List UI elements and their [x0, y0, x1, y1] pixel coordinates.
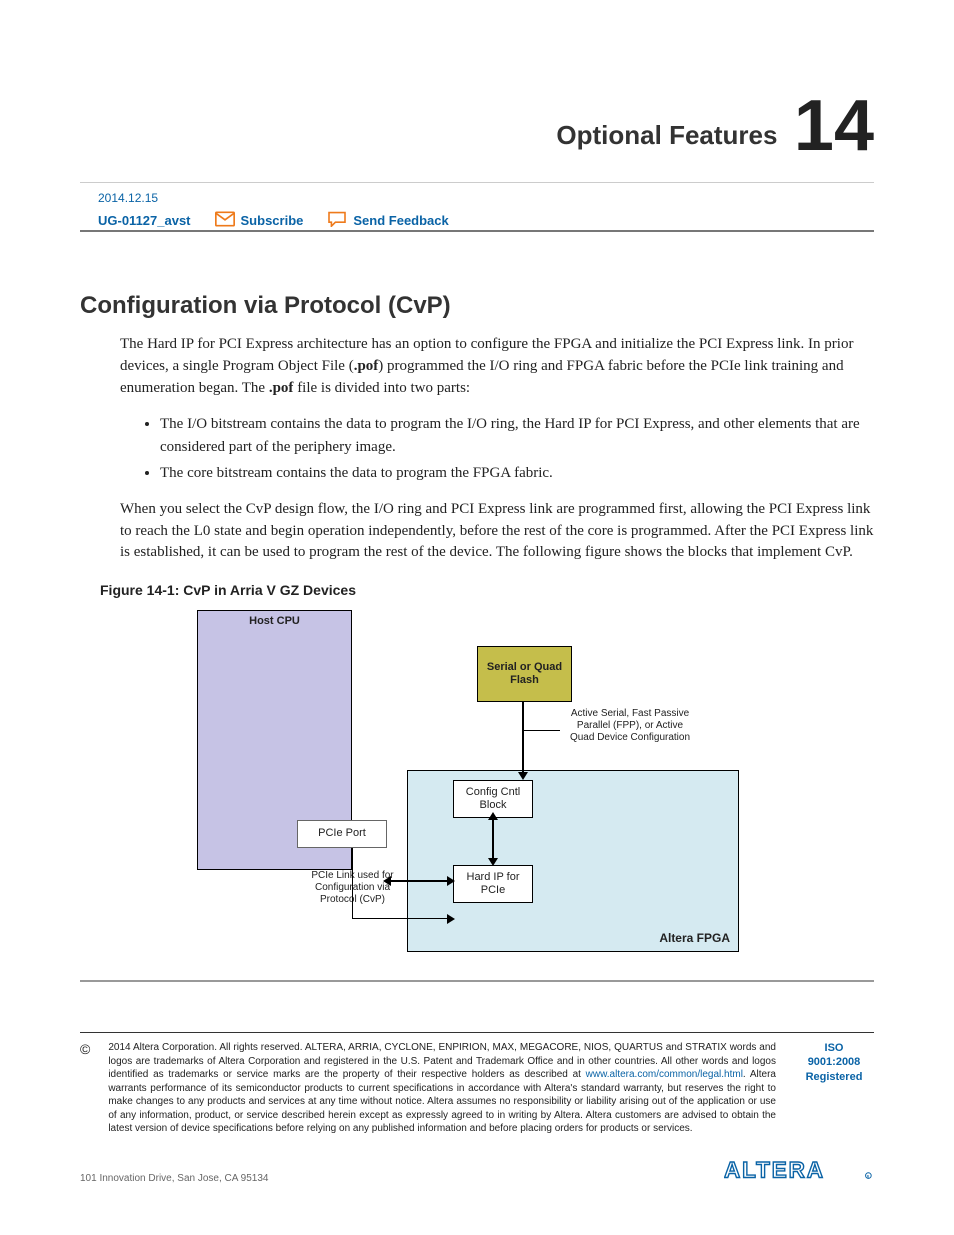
- doc-date: 2014.12.15: [98, 191, 874, 205]
- feedback-link[interactable]: Send Feedback: [327, 211, 448, 230]
- section-end-divider: [80, 980, 874, 982]
- footer-divider: [80, 1032, 874, 1033]
- paragraph-intro: The Hard IP for PCI Express architecture…: [120, 334, 874, 399]
- arrow-port-hardip-top: [389, 880, 449, 882]
- legal-text: 2014 Altera Corporation. All rights rese…: [108, 1041, 776, 1136]
- chapter-title: Optional Features: [556, 120, 777, 151]
- figure-caption: Figure 14-1: CvP in Arria V GZ Devices: [100, 582, 874, 598]
- note-active-serial: Active Serial, Fast Passive Parallel (FP…: [565, 708, 695, 744]
- bullet-item: The I/O bitstream contains the data to p…: [160, 413, 874, 458]
- subscribe-link[interactable]: Subscribe: [215, 211, 304, 230]
- divider-dark: [80, 230, 874, 232]
- chapter-number: 14: [794, 90, 874, 162]
- hardip-block: Hard IP for PCIe: [453, 865, 533, 903]
- footer: © 2014 Altera Corporation. All rights re…: [80, 1041, 874, 1136]
- connector-v: [352, 848, 353, 918]
- paragraph-2: When you select the CvP design flow, the…: [120, 499, 874, 564]
- bullet-item: The core bitstream contains the data to …: [160, 462, 874, 485]
- connector-h: [352, 918, 449, 919]
- feedback-label: Send Feedback: [353, 213, 448, 228]
- pcie-port-block: PCIe Port: [297, 820, 387, 848]
- arrow-flash-to-config: [522, 702, 524, 774]
- iso-badge[interactable]: ISO 9001:2008 Registered: [794, 1041, 874, 1084]
- meta-row: 2014.12.15 UG-01127_avst Subscribe Send …: [80, 191, 874, 230]
- section-title: Configuration via Protocol (CvP): [80, 292, 874, 320]
- subscribe-label: Subscribe: [241, 213, 304, 228]
- divider: [80, 182, 874, 183]
- chapter-header: Optional Features 14: [80, 90, 874, 162]
- arrow-config-hardip: [492, 818, 494, 860]
- svg-text:ALTERA: ALTERA: [724, 1157, 825, 1182]
- flash-block: Serial or Quad Flash: [477, 646, 572, 702]
- connector-note: [524, 730, 560, 731]
- fpga-label: Altera FPGA: [659, 931, 730, 945]
- cvp-diagram: Host CPU PCIe Port Serial or Quad Flash …: [197, 610, 757, 970]
- bullet-list: The I/O bitstream contains the data to p…: [140, 413, 874, 485]
- comment-icon: [327, 211, 347, 230]
- mail-icon: [215, 211, 235, 230]
- legal-link[interactable]: www.altera.com/common/legal.html: [586, 1069, 743, 1080]
- doc-id[interactable]: UG-01127_avst: [98, 213, 191, 228]
- copyright-icon: ©: [80, 1041, 90, 1057]
